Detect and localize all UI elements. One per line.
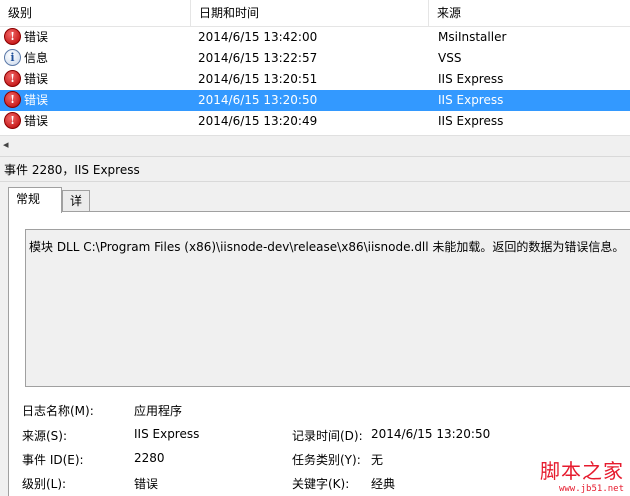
- keywords-value: 经典: [371, 477, 396, 491]
- log-name-value: 应用程序: [134, 404, 183, 418]
- datetime-cell: 2014/6/15 13:42:00: [198, 30, 318, 44]
- info-icon: i: [4, 49, 21, 66]
- level-cell: ! 错误: [4, 111, 48, 132]
- event-rows: ! 错误 2014/6/15 13:42:00 MsiInstaller i 信息 …: [0, 27, 630, 132]
- source-cell: VSS: [438, 51, 462, 65]
- event-message-box[interactable]: 模块 DLL C:\Program Files (x86)\iisnode-de…: [25, 229, 630, 387]
- table-row-selected[interactable]: ! 错误 2014/6/15 13:20:50 IIS Express: [0, 90, 630, 111]
- event-id-value: 2280: [134, 451, 165, 465]
- horizontal-scrollbar[interactable]: ◂: [0, 135, 630, 153]
- watermark-main: 脚本之家: [540, 459, 624, 483]
- table-row[interactable]: ! 错误 2014/6/15 13:42:00 MsiInstaller: [0, 27, 630, 48]
- level-text: 信息: [24, 51, 49, 65]
- task-category-label: 任务类别(Y):: [292, 453, 361, 467]
- logged-label: 记录时间(D):: [292, 429, 363, 443]
- level-cell: ! 错误: [4, 90, 48, 111]
- error-icon: !: [4, 91, 21, 108]
- level-text: 错误: [24, 30, 49, 44]
- event-id-label: 事件 ID(E):: [22, 453, 84, 467]
- level-text: 错误: [24, 114, 49, 128]
- event-list-header: 级别 日期和时间 来源: [0, 0, 630, 27]
- source-cell: IIS Express: [438, 93, 504, 107]
- level-text: 错误: [24, 72, 49, 86]
- error-icon: !: [4, 28, 21, 45]
- table-row[interactable]: ! 错误 2014/6/15 13:20:51 IIS Express: [0, 69, 630, 90]
- level-text: 错误: [24, 93, 49, 107]
- event-message: 模块 DLL C:\Program Files (x86)\iisnode-de…: [29, 240, 625, 254]
- level-value: 错误: [134, 477, 159, 491]
- tab-general[interactable]: 常规: [8, 187, 62, 213]
- error-icon: !: [4, 112, 21, 129]
- column-header-source[interactable]: 来源: [429, 0, 630, 26]
- general-tab-panel: 模块 DLL C:\Program Files (x86)\iisnode-de…: [8, 211, 630, 496]
- level-label: 级别(L):: [22, 477, 67, 491]
- keywords-label: 关键字(K):: [292, 477, 350, 491]
- datetime-cell: 2014/6/15 13:20:49: [198, 114, 318, 128]
- datetime-cell: 2014/6/15 13:20:51: [198, 72, 318, 86]
- tab-details[interactable]: 详细信息: [62, 190, 91, 271]
- source-value: IIS Express: [134, 427, 200, 441]
- task-category-value: 无: [371, 453, 384, 467]
- event-detail-title: 事件 2280，IIS Express: [0, 156, 630, 182]
- source-label: 来源(S):: [22, 429, 68, 443]
- level-cell: ! 错误: [4, 27, 48, 48]
- logged-value: 2014/6/15 13:20:50: [371, 427, 491, 441]
- source-cell: IIS Express: [438, 114, 504, 128]
- column-header-datetime[interactable]: 日期和时间: [191, 0, 429, 26]
- table-row[interactable]: ! 错误 2014/6/15 13:20:49 IIS Express: [0, 111, 630, 132]
- datetime-cell: 2014/6/15 13:22:57: [198, 51, 318, 65]
- level-cell: ! 错误: [4, 69, 48, 90]
- watermark-url: www.jb51.net: [558, 484, 624, 494]
- site-watermark: 脚本之家 www.jb51.net: [540, 455, 624, 494]
- level-cell: i 信息: [4, 48, 48, 69]
- log-name-label: 日志名称(M):: [22, 404, 94, 418]
- datetime-cell: 2014/6/15 13:20:50: [198, 93, 318, 107]
- source-cell: IIS Express: [438, 72, 504, 86]
- table-row[interactable]: i 信息 2014/6/15 13:22:57 VSS: [0, 48, 630, 69]
- error-icon: !: [4, 70, 21, 87]
- source-cell: MsiInstaller: [438, 30, 507, 44]
- column-header-level[interactable]: 级别: [0, 0, 191, 26]
- scroll-left-icon[interactable]: ◂: [3, 138, 9, 151]
- event-list[interactable]: 级别 日期和时间 来源 ! 错误 2014/6/15 13:42:00 MsiIn…: [0, 0, 630, 153]
